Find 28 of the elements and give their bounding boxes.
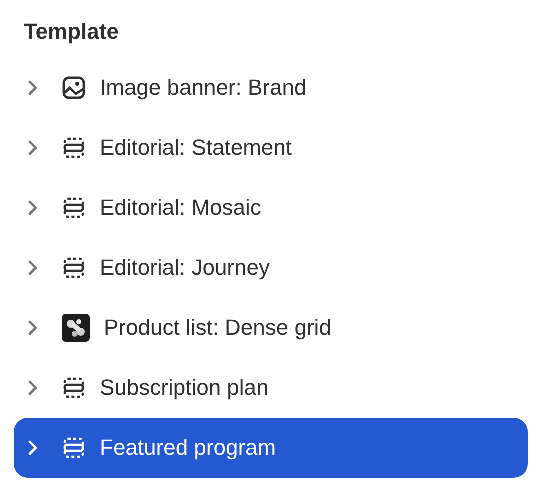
chevron-icon[interactable] bbox=[26, 80, 40, 96]
chevron-icon[interactable] bbox=[26, 260, 40, 276]
chevron-icon[interactable] bbox=[26, 380, 40, 396]
section-icon bbox=[62, 136, 86, 160]
section-icon bbox=[62, 436, 86, 460]
section-icon bbox=[62, 376, 86, 400]
template-item[interactable]: Featured program bbox=[14, 418, 528, 478]
item-label: Editorial: Journey bbox=[100, 255, 270, 281]
section-icon bbox=[62, 256, 86, 280]
item-label: Product list: Dense grid bbox=[104, 315, 332, 341]
chevron-icon[interactable] bbox=[26, 140, 40, 156]
template-item[interactable]: Product list: Dense grid bbox=[14, 298, 528, 358]
section-icon bbox=[62, 196, 86, 220]
image-icon bbox=[62, 76, 86, 100]
template-item[interactable]: Image banner: Brand bbox=[14, 58, 528, 118]
chevron-icon[interactable] bbox=[26, 440, 40, 456]
section-heading: Template bbox=[23, 18, 120, 46]
item-label: Image banner: Brand bbox=[100, 75, 307, 101]
template-item[interactable]: Editorial: Mosaic bbox=[14, 178, 528, 238]
template-item[interactable]: Editorial: Statement bbox=[14, 118, 528, 178]
item-label: Subscription plan bbox=[100, 375, 269, 401]
template-item[interactable]: Subscription plan bbox=[14, 358, 528, 418]
item-label: Editorial: Mosaic bbox=[100, 195, 262, 221]
template-item[interactable]: Editorial: Journey bbox=[14, 238, 528, 298]
chevron-icon[interactable] bbox=[26, 200, 40, 216]
item-label: Editorial: Statement bbox=[100, 135, 292, 161]
item-label: Featured program bbox=[100, 435, 276, 461]
chevron-icon[interactable] bbox=[26, 320, 40, 336]
